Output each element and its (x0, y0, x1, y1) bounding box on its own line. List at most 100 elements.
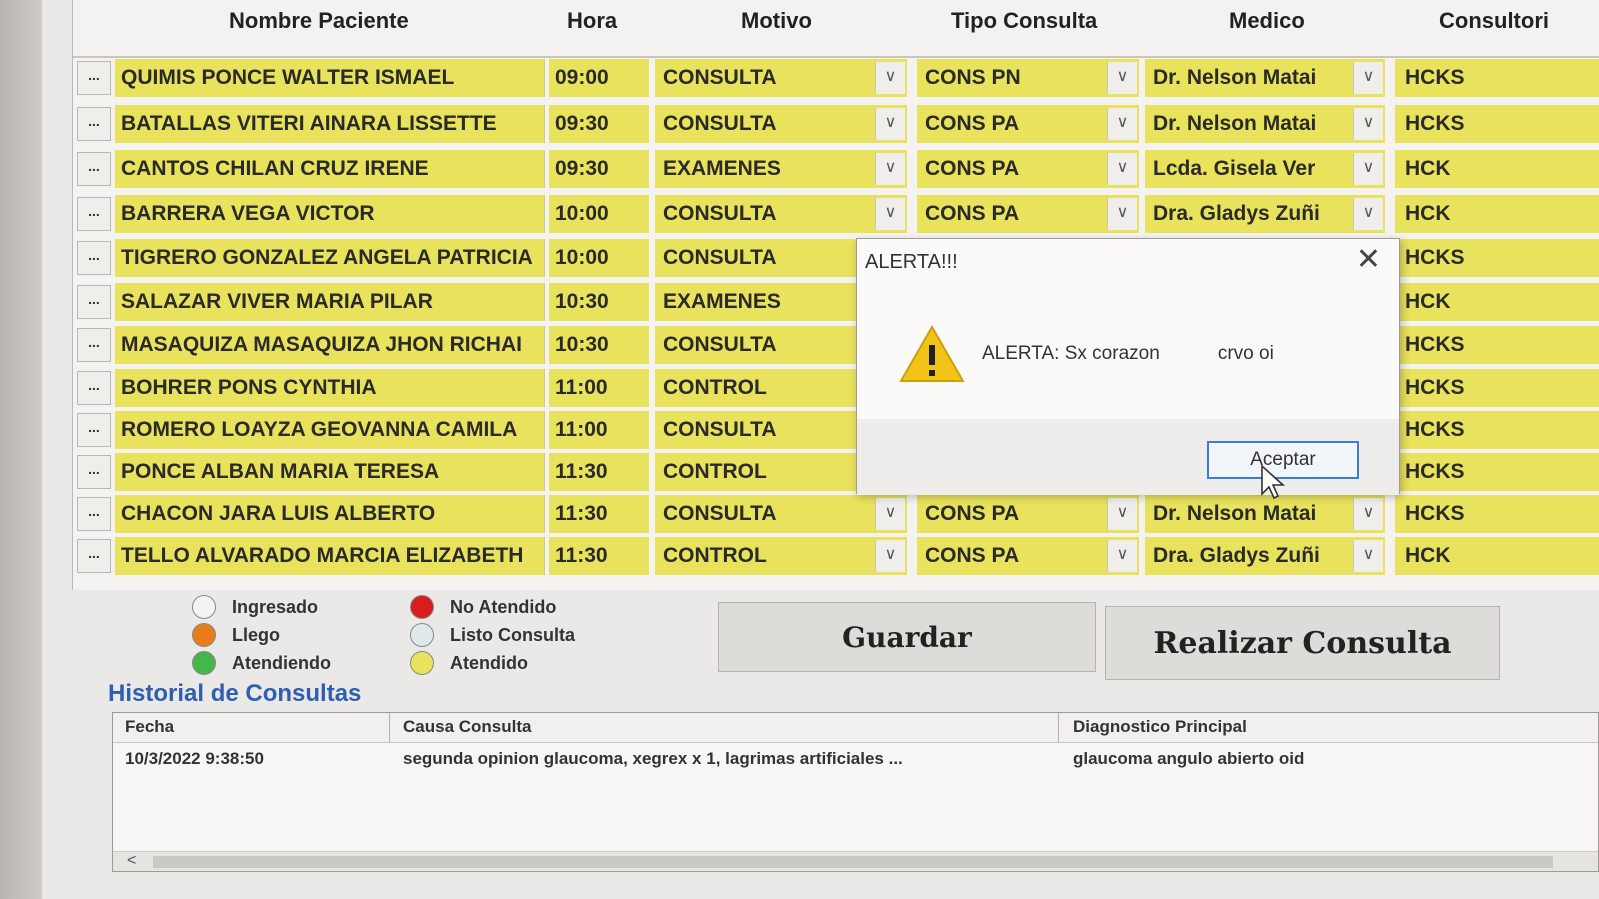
cell-nombre[interactable]: MASAQUIZA MASAQUIZA JHON RICHAI (115, 326, 545, 364)
cell-consultorio[interactable]: HCKS (1395, 411, 1599, 449)
cell-consultorio[interactable]: HCKS (1395, 239, 1599, 277)
table-row[interactable]: ... CANTOS CHILAN CRUZ IRENE 09:30 EXAMENES… (77, 148, 1599, 190)
cell-nombre[interactable]: BOHRER PONS CYNTHIA (115, 369, 545, 407)
header-tipo[interactable]: Tipo Consulta (951, 8, 1097, 34)
cell-nombre[interactable]: QUIMIS PONCE WALTER ISMAEL (115, 59, 545, 97)
chevron-down-icon[interactable]: ∨ (875, 498, 905, 530)
guardar-button[interactable]: Guardar (718, 602, 1096, 672)
realizar-consulta-button[interactable]: Realizar Consulta (1105, 606, 1500, 680)
row-detail-button[interactable]: ... (77, 241, 111, 275)
motivo-dropdown[interactable]: CONSULTA ∨ (655, 59, 907, 97)
historial-header-diagnostico[interactable]: Diagnostico Principal (1073, 717, 1247, 737)
cell-consultorio[interactable]: HCK (1395, 150, 1599, 188)
cell-consultorio[interactable]: HCKS (1395, 105, 1599, 143)
cell-hora[interactable]: 11:00 (549, 411, 649, 449)
cell-hora[interactable]: 11:30 (549, 453, 649, 491)
historial-cell-causa[interactable]: segunda opinion glaucoma, xegrex x 1, la… (403, 749, 903, 769)
cell-consultorio[interactable]: HCKS (1395, 369, 1599, 407)
cell-consultorio[interactable]: HCKS (1395, 453, 1599, 491)
chevron-down-icon[interactable]: ∨ (1107, 62, 1137, 94)
cell-nombre[interactable]: BATALLAS VITERI AINARA LISSETTE (115, 105, 545, 143)
cell-consultorio[interactable]: HCKS (1395, 326, 1599, 364)
header-nombre[interactable]: Nombre Paciente (229, 8, 409, 34)
header-motivo[interactable]: Motivo (741, 8, 812, 34)
chevron-down-icon[interactable]: ∨ (1353, 153, 1383, 185)
chevron-down-icon[interactable]: ∨ (1107, 108, 1137, 140)
table-row[interactable]: ... CHACON JARA LUIS ALBERTO 11:30 CONSULTA… (77, 493, 1599, 535)
chevron-down-icon[interactable]: ∨ (1107, 198, 1137, 230)
cell-hora[interactable]: 09:30 (549, 150, 649, 188)
cell-consultorio[interactable]: HCK (1395, 195, 1599, 233)
row-detail-button[interactable]: ... (77, 107, 111, 141)
row-detail-button[interactable]: ... (77, 497, 111, 531)
motivo-dropdown[interactable]: EXAMENES ∨ (655, 150, 907, 188)
chevron-down-icon[interactable]: ∨ (875, 62, 905, 94)
chevron-down-icon[interactable]: ∨ (875, 153, 905, 185)
cell-hora[interactable]: 11:00 (549, 369, 649, 407)
historial-header-fecha[interactable]: Fecha (125, 717, 174, 737)
medico-dropdown[interactable]: Lcda. Gisela Ver ∨ (1145, 150, 1385, 188)
motivo-dropdown[interactable]: CONSULTA ∨ (655, 105, 907, 143)
column-divider[interactable] (1058, 713, 1059, 743)
tipo-dropdown[interactable]: CONS PA ∨ (917, 195, 1139, 233)
cell-hora[interactable]: 10:30 (549, 283, 649, 321)
chevron-down-icon[interactable]: ∨ (875, 198, 905, 230)
medico-dropdown[interactable]: Dr. Nelson Matai ∨ (1145, 59, 1385, 97)
row-detail-button[interactable]: ... (77, 152, 111, 186)
chevron-down-icon[interactable]: ∨ (1107, 540, 1137, 572)
cell-hora[interactable]: 11:30 (549, 495, 649, 533)
cell-hora[interactable]: 09:00 (549, 59, 649, 97)
cell-nombre[interactable]: ROMERO LOAYZA GEOVANNA CAMILA (115, 411, 545, 449)
row-detail-button[interactable]: ... (77, 328, 111, 362)
motivo-dropdown[interactable]: CONSULTA ∨ (655, 195, 907, 233)
cell-nombre[interactable]: CANTOS CHILAN CRUZ IRENE (115, 150, 545, 188)
row-detail-button[interactable]: ... (77, 285, 111, 319)
chevron-down-icon[interactable]: ∨ (875, 540, 905, 572)
medico-dropdown[interactable]: Dra. Gladys Zuñi ∨ (1145, 537, 1385, 575)
row-detail-button[interactable]: ... (77, 61, 111, 95)
cell-consultorio[interactable]: HCK (1395, 537, 1599, 575)
row-detail-button[interactable]: ... (77, 455, 111, 489)
historial-cell-diagnostico[interactable]: glaucoma angulo abierto oid (1073, 749, 1304, 769)
row-detail-button[interactable]: ... (77, 539, 111, 573)
tipo-dropdown[interactable]: CONS PN ∨ (917, 59, 1139, 97)
scroll-thumb[interactable] (153, 856, 1553, 868)
table-row[interactable]: ... BATALLAS VITERI AINARA LISSETTE 09:30 C… (77, 103, 1599, 145)
scroll-left-icon[interactable]: < (127, 852, 136, 870)
horizontal-scrollbar[interactable]: < (113, 851, 1598, 871)
tipo-dropdown[interactable]: CONS PA ∨ (917, 537, 1139, 575)
table-row[interactable]: ... QUIMIS PONCE WALTER ISMAEL 09:00 CONSUL… (77, 57, 1599, 99)
cell-nombre[interactable]: PONCE ALBAN MARIA TERESA (115, 453, 545, 491)
column-divider[interactable] (389, 713, 390, 743)
chevron-down-icon[interactable]: ∨ (1107, 498, 1137, 530)
cell-hora[interactable]: 09:30 (549, 105, 649, 143)
motivo-dropdown[interactable]: CONTROL ∨ (655, 537, 907, 575)
medico-dropdown[interactable]: Dr. Nelson Matai ∨ (1145, 105, 1385, 143)
medico-dropdown[interactable]: Dr. Nelson Matai ∨ (1145, 495, 1385, 533)
cell-consultorio[interactable]: HCKS (1395, 59, 1599, 97)
cell-hora[interactable]: 10:30 (549, 326, 649, 364)
chevron-down-icon[interactable]: ∨ (1353, 198, 1383, 230)
chevron-down-icon[interactable]: ∨ (1353, 498, 1383, 530)
header-consultorio[interactable]: Consultori (1439, 8, 1549, 34)
tipo-dropdown[interactable]: CONS PA ∨ (917, 150, 1139, 188)
cell-hora[interactable]: 10:00 (549, 239, 649, 277)
cell-nombre[interactable]: SALAZAR VIVER MARIA PILAR (115, 283, 545, 321)
cell-nombre[interactable]: TELLO ALVARADO MARCIA ELIZABETH (115, 537, 545, 575)
medico-dropdown[interactable]: Dra. Gladys Zuñi ∨ (1145, 195, 1385, 233)
header-hora[interactable]: Hora (567, 8, 617, 34)
cell-consultorio[interactable]: HCKS (1395, 495, 1599, 533)
table-row[interactable]: ... BARRERA VEGA VICTOR 10:00 CONSULTA ∨ CONS… (77, 193, 1599, 235)
header-medico[interactable]: Medico (1229, 8, 1305, 34)
row-detail-button[interactable]: ... (77, 371, 111, 405)
motivo-dropdown[interactable]: CONSULTA ∨ (655, 495, 907, 533)
historial-cell-fecha[interactable]: 10/3/2022 9:38:50 (125, 749, 264, 769)
chevron-down-icon[interactable]: ∨ (1107, 153, 1137, 185)
chevron-down-icon[interactable]: ∨ (1353, 108, 1383, 140)
cell-nombre[interactable]: TIGRERO GONZALEZ ANGELA PATRICIA (115, 239, 545, 277)
cell-hora[interactable]: 11:30 (549, 537, 649, 575)
cell-nombre[interactable]: CHACON JARA LUIS ALBERTO (115, 495, 545, 533)
cell-hora[interactable]: 10:00 (549, 195, 649, 233)
table-row[interactable]: ... TELLO ALVARADO MARCIA ELIZABETH 11:30 C… (77, 535, 1599, 577)
chevron-down-icon[interactable]: ∨ (1353, 540, 1383, 572)
